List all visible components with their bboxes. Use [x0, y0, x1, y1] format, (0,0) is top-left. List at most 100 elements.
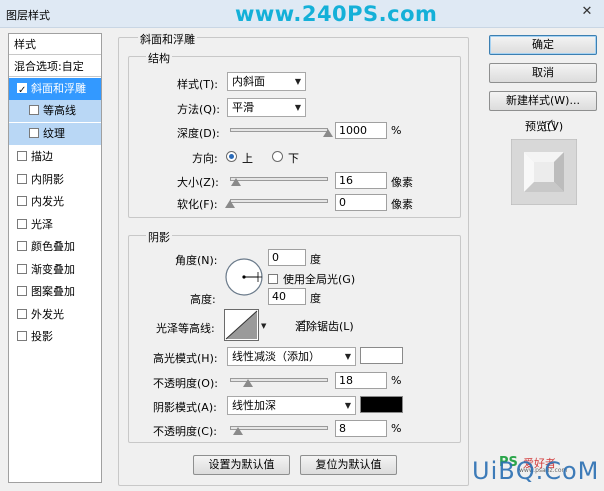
technique-select[interactable]: 平滑 ▼: [227, 98, 306, 117]
soften-slider-track[interactable]: [230, 199, 328, 203]
shadow-opacity-track[interactable]: [230, 426, 328, 430]
angle-dial[interactable]: [224, 257, 264, 297]
direction-down-label: 下: [288, 152, 299, 165]
styles-list: 样式 混合选项:自定 斜面和浮雕等高线纹理描边内阴影内发光光泽颜色叠加渐变叠加图…: [8, 33, 102, 483]
sidebar-item-checkbox[interactable]: [17, 151, 27, 161]
sidebar-item[interactable]: 渐变叠加: [9, 259, 101, 281]
altitude-unit: 度: [310, 292, 321, 305]
make-default-button[interactable]: 设置为默认值: [193, 455, 290, 475]
shadow-opacity-unit: %: [391, 422, 402, 435]
direction-down-radio[interactable]: [272, 151, 283, 162]
soften-input[interactable]: 0: [335, 194, 387, 211]
size-label: 大小(Z):: [177, 176, 219, 189]
depth-unit: %: [391, 124, 402, 137]
sidebar-item-label: 外发光: [31, 308, 64, 321]
shadow-color-swatch[interactable]: [360, 396, 403, 413]
altitude-label: 高度:: [190, 293, 216, 306]
style-select[interactable]: 内斜面 ▼: [227, 72, 306, 91]
shading-title: 阴影: [146, 229, 172, 245]
depth-slider-thumb[interactable]: [323, 129, 333, 137]
global-light-checkbox[interactable]: [268, 274, 278, 284]
chevron-down-icon: ▼: [344, 352, 351, 361]
watermark-uibq: UiBQ.CoM: [472, 457, 600, 485]
direction-up-radio[interactable]: [226, 151, 237, 162]
watermark-text: www.240PS.com: [235, 2, 438, 26]
preview-label: 预览(V): [525, 120, 564, 133]
sidebar-item-checkbox[interactable]: [17, 264, 27, 274]
size-input[interactable]: 16: [335, 172, 387, 189]
soften-unit: 像素: [391, 198, 413, 211]
altitude-input[interactable]: 40: [268, 288, 306, 305]
shadow-opacity-thumb[interactable]: [232, 427, 243, 435]
size-unit: 像素: [391, 176, 413, 189]
sidebar-item[interactable]: 斜面和浮雕: [9, 78, 101, 102]
sidebar-item-checkbox[interactable]: [17, 174, 27, 184]
blending-options[interactable]: 混合选项:自定: [9, 56, 101, 77]
depth-label: 深度(D):: [177, 127, 220, 140]
sidebar-item-label: 渐变叠加: [31, 263, 75, 276]
sidebar-item-checkbox[interactable]: [29, 105, 39, 115]
highlight-opacity-input[interactable]: 18: [335, 372, 387, 389]
gloss-contour-label: 光泽等高线:: [156, 322, 215, 335]
angle-unit: 度: [310, 253, 321, 266]
structure-title: 结构: [146, 50, 172, 66]
sidebar-item-label: 内阴影: [31, 173, 64, 186]
technique-select-value: 平滑: [232, 101, 254, 114]
highlight-mode-label: 高光模式(H):: [153, 352, 218, 365]
highlight-opacity-unit: %: [391, 374, 402, 387]
bevel-section-title: 斜面和浮雕: [138, 31, 197, 47]
sidebar-item-label: 斜面和浮雕: [31, 82, 86, 95]
sidebar-item[interactable]: 外发光: [9, 304, 101, 326]
new-style-button[interactable]: 新建样式(W)...: [489, 91, 597, 111]
sidebar-item-label: 纹理: [43, 127, 65, 140]
highlight-color-swatch[interactable]: [360, 347, 403, 364]
shadow-opacity-input[interactable]: 8: [335, 420, 387, 437]
global-light-label: 使用全局光(G): [283, 273, 356, 286]
chevron-down-icon: ▼: [294, 103, 301, 112]
sidebar-item[interactable]: 内阴影: [9, 169, 101, 191]
sidebar-item-label: 图案叠加: [31, 285, 75, 298]
depth-slider-track[interactable]: [230, 128, 328, 132]
sidebar-item[interactable]: 图案叠加: [9, 281, 101, 303]
ok-button[interactable]: 确定: [489, 35, 597, 55]
sidebar-item[interactable]: 投影: [9, 326, 101, 348]
highlight-opacity-label: 不透明度(O):: [153, 377, 218, 390]
sidebar-item[interactable]: 光泽: [9, 214, 101, 236]
title-bar: 图层样式 www.240PS.com ✕: [0, 0, 604, 28]
chevron-down-icon: ▼: [294, 77, 301, 86]
sidebar-item[interactable]: 颜色叠加: [9, 236, 101, 258]
sidebar-item-label: 等高线: [43, 104, 76, 117]
window-title: 图层样式: [6, 9, 50, 22]
shadow-mode-select[interactable]: 线性加深 ▼: [227, 396, 356, 415]
styles-header[interactable]: 样式: [9, 34, 101, 55]
direction-up-label: 上: [242, 152, 253, 165]
highlight-mode-select[interactable]: 线性减淡（添加） ▼: [227, 347, 356, 366]
sidebar-item-checkbox[interactable]: [29, 128, 39, 138]
size-slider-thumb[interactable]: [230, 178, 241, 186]
close-icon[interactable]: ✕: [576, 3, 598, 21]
soften-slider-thumb[interactable]: [225, 200, 235, 208]
sidebar-item-checkbox[interactable]: [17, 80, 27, 102]
angle-input[interactable]: 0: [268, 249, 306, 266]
sidebar-item-checkbox[interactable]: [17, 286, 27, 296]
sidebar-item-checkbox[interactable]: [17, 241, 27, 251]
chevron-down-icon: ▼: [344, 401, 351, 410]
gloss-contour-picker[interactable]: ▼: [224, 309, 268, 341]
sidebar-item[interactable]: 纹理: [9, 123, 101, 145]
svg-text:▼: ▼: [261, 322, 267, 330]
sidebar-item[interactable]: 内发光: [9, 191, 101, 213]
size-slider-track[interactable]: [230, 177, 328, 181]
shadow-mode-label: 阴影模式(A):: [153, 401, 217, 414]
sidebar-item-checkbox[interactable]: [17, 219, 27, 229]
highlight-opacity-thumb[interactable]: [242, 379, 253, 387]
style-label: 样式(T):: [177, 78, 219, 91]
sidebar-item-checkbox[interactable]: [17, 309, 27, 319]
soften-label: 软化(F):: [177, 198, 218, 211]
reset-default-button[interactable]: 复位为默认值: [300, 455, 397, 475]
depth-input[interactable]: 1000: [335, 122, 387, 139]
sidebar-item-checkbox[interactable]: [17, 331, 27, 341]
sidebar-item-checkbox[interactable]: [17, 196, 27, 206]
sidebar-item[interactable]: 等高线: [9, 100, 101, 122]
cancel-button[interactable]: 取消: [489, 63, 597, 83]
sidebar-item[interactable]: 描边: [9, 146, 101, 168]
